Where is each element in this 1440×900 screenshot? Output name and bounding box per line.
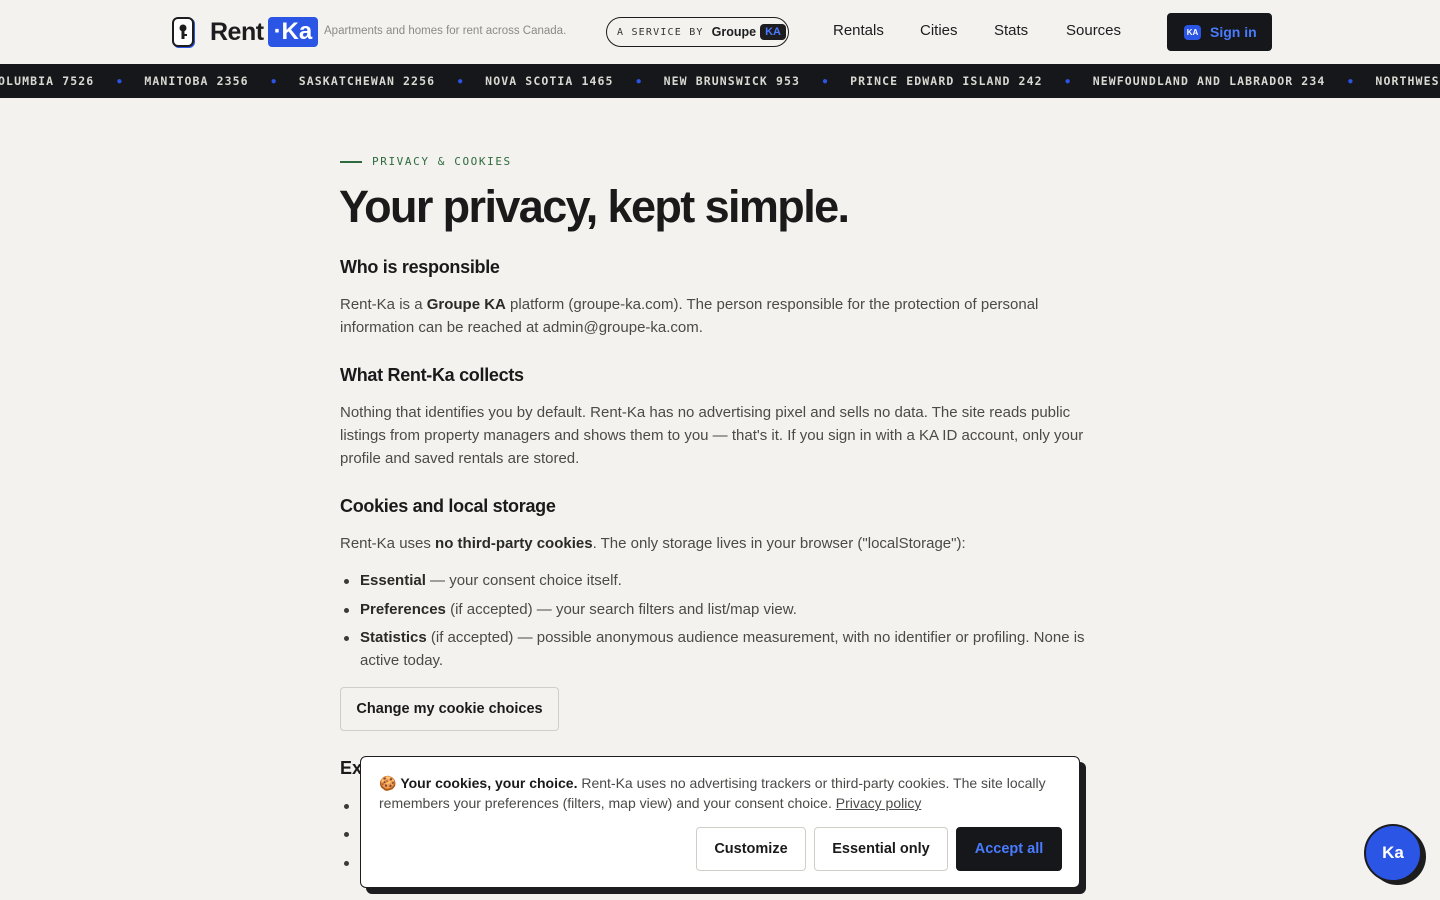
change-cookie-choices-button[interactable]: Change my cookie choices bbox=[340, 687, 559, 731]
ticker-separator: ● bbox=[1347, 75, 1354, 87]
ticker-item: NOVA SCOTIA 1465 bbox=[485, 74, 614, 88]
ticker-separator: ● bbox=[270, 75, 277, 87]
heading-partial: Ex bbox=[340, 758, 363, 778]
brand-name: Rent bbox=[210, 17, 264, 46]
cookie-banner: 🍪 Your cookies, your choice. Rent-Ka use… bbox=[360, 756, 1080, 888]
heading-cookies: Cookies and local storage bbox=[340, 496, 556, 516]
eyebrow: PRIVACY & COOKIES bbox=[340, 155, 512, 168]
paragraph-cookies: Rent-Ka uses no third-party cookies. The… bbox=[340, 535, 966, 552]
nav-stats[interactable]: Stats bbox=[994, 22, 1028, 39]
heading-who-is-responsible: Who is responsible bbox=[340, 257, 500, 277]
eyebrow-line bbox=[340, 160, 362, 163]
tagline: Apartments and homes for rent across Can… bbox=[324, 25, 567, 37]
service-by-groupe-ka[interactable]: A SERVICE BY Groupe KA bbox=[606, 17, 789, 47]
paragraph-collects: Nothing that identifies you by default. … bbox=[340, 404, 1084, 467]
service-badge: KA bbox=[760, 24, 786, 40]
cookie-icon: 🍪 bbox=[379, 775, 397, 791]
sign-in-label: Sign in bbox=[1210, 24, 1257, 40]
list-item: Essential — your consent choice itself. bbox=[360, 572, 622, 589]
bullet bbox=[344, 608, 349, 613]
sign-in-button[interactable]: KA Sign in bbox=[1167, 13, 1272, 51]
bullet bbox=[344, 861, 349, 866]
site-header: Rent ·Ka Apartments and homes for rent a… bbox=[0, 0, 1440, 64]
eyebrow-text: PRIVACY & COOKIES bbox=[372, 155, 512, 168]
banner-title: Your cookies, your choice. bbox=[400, 775, 578, 791]
ticker-item: NORTHWEST bbox=[1375, 74, 1440, 88]
ticker-separator: ● bbox=[116, 75, 123, 87]
ticker-separator: ● bbox=[1064, 75, 1071, 87]
brand-logo[interactable]: Rent ·Ka bbox=[172, 16, 319, 48]
province-ticker: COLUMBIA 7526 ● MANITOBA 2356 ● SASKATCH… bbox=[0, 64, 1440, 98]
service-prefix: A SERVICE BY bbox=[617, 26, 704, 38]
ticker-item: PRINCE EDWARD ISLAND 242 bbox=[850, 74, 1043, 88]
nav-rentals[interactable]: Rentals bbox=[833, 22, 884, 39]
banner-message: 🍪 Your cookies, your choice. Rent-Ka use… bbox=[379, 775, 1046, 811]
ticker-item: MANITOBA 2356 bbox=[144, 74, 249, 88]
ticker-separator: ● bbox=[822, 75, 829, 87]
customize-button[interactable]: Customize bbox=[696, 827, 806, 871]
key-icon bbox=[172, 17, 194, 47]
ticker-item: NEW BRUNSWICK 953 bbox=[663, 74, 801, 88]
brand-badge: ·Ka bbox=[267, 17, 319, 47]
nav-sources[interactable]: Sources bbox=[1066, 22, 1121, 39]
page-title: Your privacy, kept simple. bbox=[339, 181, 850, 232]
bullet bbox=[344, 804, 349, 809]
privacy-policy-link[interactable]: Privacy policy bbox=[836, 795, 922, 811]
ka-id-icon: KA bbox=[1184, 24, 1201, 40]
bullet bbox=[344, 636, 349, 641]
ticker-separator: ● bbox=[635, 75, 642, 87]
ticker-separator: ● bbox=[457, 75, 464, 87]
bullet bbox=[344, 579, 349, 584]
ticker-item: NEWFOUNDLAND AND LABRADOR 234 bbox=[1092, 74, 1326, 88]
paragraph-responsible: Rent-Ka is a Groupe KA platform (groupe-… bbox=[340, 296, 1039, 336]
list-item: Statistics (if accepted) — possible anon… bbox=[360, 629, 1085, 669]
bullet bbox=[344, 832, 349, 837]
accept-all-button[interactable]: Accept all bbox=[956, 827, 1062, 871]
list-item: Preferences (if accepted) — your search … bbox=[360, 601, 797, 618]
service-company: Groupe bbox=[711, 25, 757, 39]
heading-what-collects: What Rent-Ka collects bbox=[340, 365, 524, 385]
nav-cities[interactable]: Cities bbox=[920, 22, 958, 39]
ka-assistant-button[interactable]: Ka bbox=[1364, 824, 1422, 882]
ticker-item: COLUMBIA 7526 bbox=[0, 74, 95, 88]
essential-only-button[interactable]: Essential only bbox=[814, 827, 948, 871]
ticker-item: SASKATCHEWAN 2256 bbox=[298, 74, 436, 88]
